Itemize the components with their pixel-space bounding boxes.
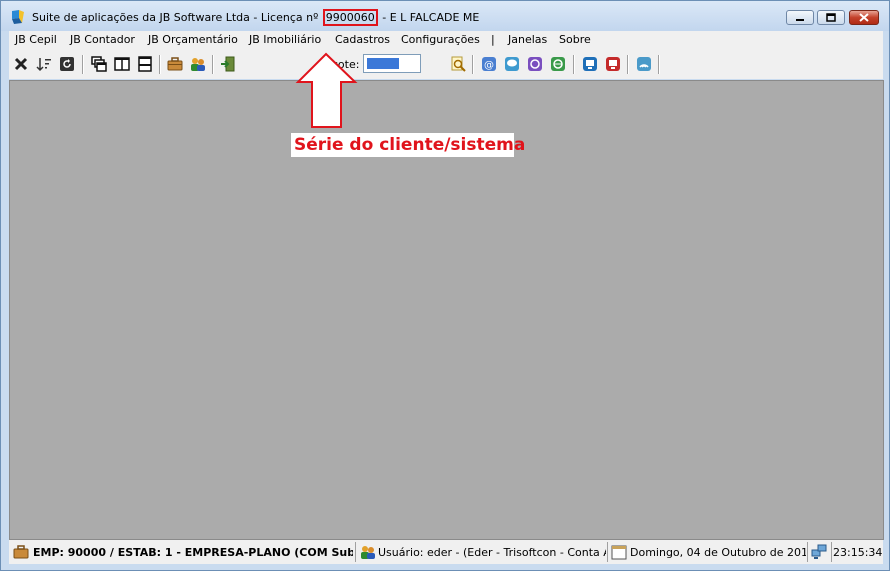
briefcase-icon[interactable] [167,56,183,72]
users-icon[interactable] [190,56,206,72]
status-company-panel: EMP: 90000 / ESTAB: 1 - EMPRESA-PLANO (C… [9,542,353,562]
toolbar-separator [212,55,214,74]
refresh-icon[interactable] [59,56,75,72]
main-window: Suite de aplicações da JB Software Ltda … [0,0,890,571]
calendar-icon [611,545,627,560]
close-button[interactable] [849,10,879,25]
maximize-button[interactable] [817,10,845,25]
email-icon[interactable]: @ [481,56,497,72]
search-icon[interactable] [450,56,466,72]
sort-icon[interactable] [36,56,52,72]
network-computers-icon [811,544,827,559]
pacote-label: Pacote: [319,58,360,71]
annotation-label: Série do cliente/sistema [291,133,525,157]
menu-jb-imobiliario[interactable]: JB Imobiliário [249,33,321,46]
app-logo-icon [12,10,24,24]
pacote-value [367,58,399,69]
toolbar-separator [658,55,660,74]
remote-disconnect-icon[interactable] [605,56,621,72]
close-icon [859,13,869,22]
title-suffix: - E L FALCADE ME [382,11,480,24]
support-icon[interactable] [527,56,543,72]
status-user: Usuário: eder - (Eder - Trisoftcon - Con… [378,546,606,559]
status-date: Domingo, 04 de Outubro de 2015 [630,546,806,559]
toolbar-separator [627,55,629,74]
close-icon[interactable] [13,56,29,72]
briefcase-icon [13,545,29,559]
status-network-panel [807,542,830,562]
globe-icon[interactable] [550,56,566,72]
remote-connect-icon[interactable] [582,56,598,72]
toolbar-separator [472,55,474,74]
status-company: EMP: 90000 / ESTAB: 1 - EMPRESA-PLANO (C… [33,546,353,559]
menu-configuracoes[interactable]: Configurações [401,33,480,46]
users-icon [361,546,375,559]
pacote-input[interactable] [363,54,421,73]
menu-bar: JB Cepil JB Contador JB Orçamentário JB … [9,31,883,49]
menu-cadastros[interactable]: Cadastros [335,33,390,46]
license-number: 9900060 [322,9,378,26]
window-title: Suite de aplicações da JB Software Ltda … [32,9,480,26]
menu-jb-cepil[interactable]: JB Cepil [15,33,57,46]
title-prefix: Suite de aplicações da JB Software Ltda … [32,11,319,24]
chat-icon[interactable] [504,56,520,72]
exit-icon[interactable] [220,56,236,72]
status-date-panel: Domingo, 04 de Outubro de 2015 [607,542,806,562]
menu-sobre[interactable]: Sobre [559,33,591,46]
toolbar-separator [159,55,161,74]
tile-vertical-icon[interactable] [114,56,130,72]
status-time: 23:15:34 [833,546,883,559]
status-user-panel: Usuário: eder - (Eder - Trisoftcon - Con… [355,542,606,562]
title-bar[interactable]: Suite de aplicações da JB Software Ltda … [1,1,889,31]
toolbar-separator [573,55,575,74]
menu-jb-contador[interactable]: JB Contador [70,33,135,46]
svg-text:@: @ [484,60,494,71]
cascade-icon[interactable] [91,56,107,72]
menu-janelas[interactable]: Janelas [508,33,547,46]
maximize-icon [826,13,836,22]
menu-jb-orcamentario[interactable]: JB Orçamentário [148,33,238,46]
tile-horizontal-icon[interactable] [137,56,153,72]
toolbar-separator [82,55,84,74]
status-bar: EMP: 90000 / ESTAB: 1 - EMPRESA-PLANO (C… [9,540,883,564]
minimize-button[interactable] [786,10,814,25]
toolbar: Pacote: @ [9,49,883,79]
menu-separator: | [491,33,495,46]
network-icon[interactable] [636,56,652,72]
minimize-icon [796,19,804,21]
status-time-panel: 23:15:34 [831,542,884,562]
